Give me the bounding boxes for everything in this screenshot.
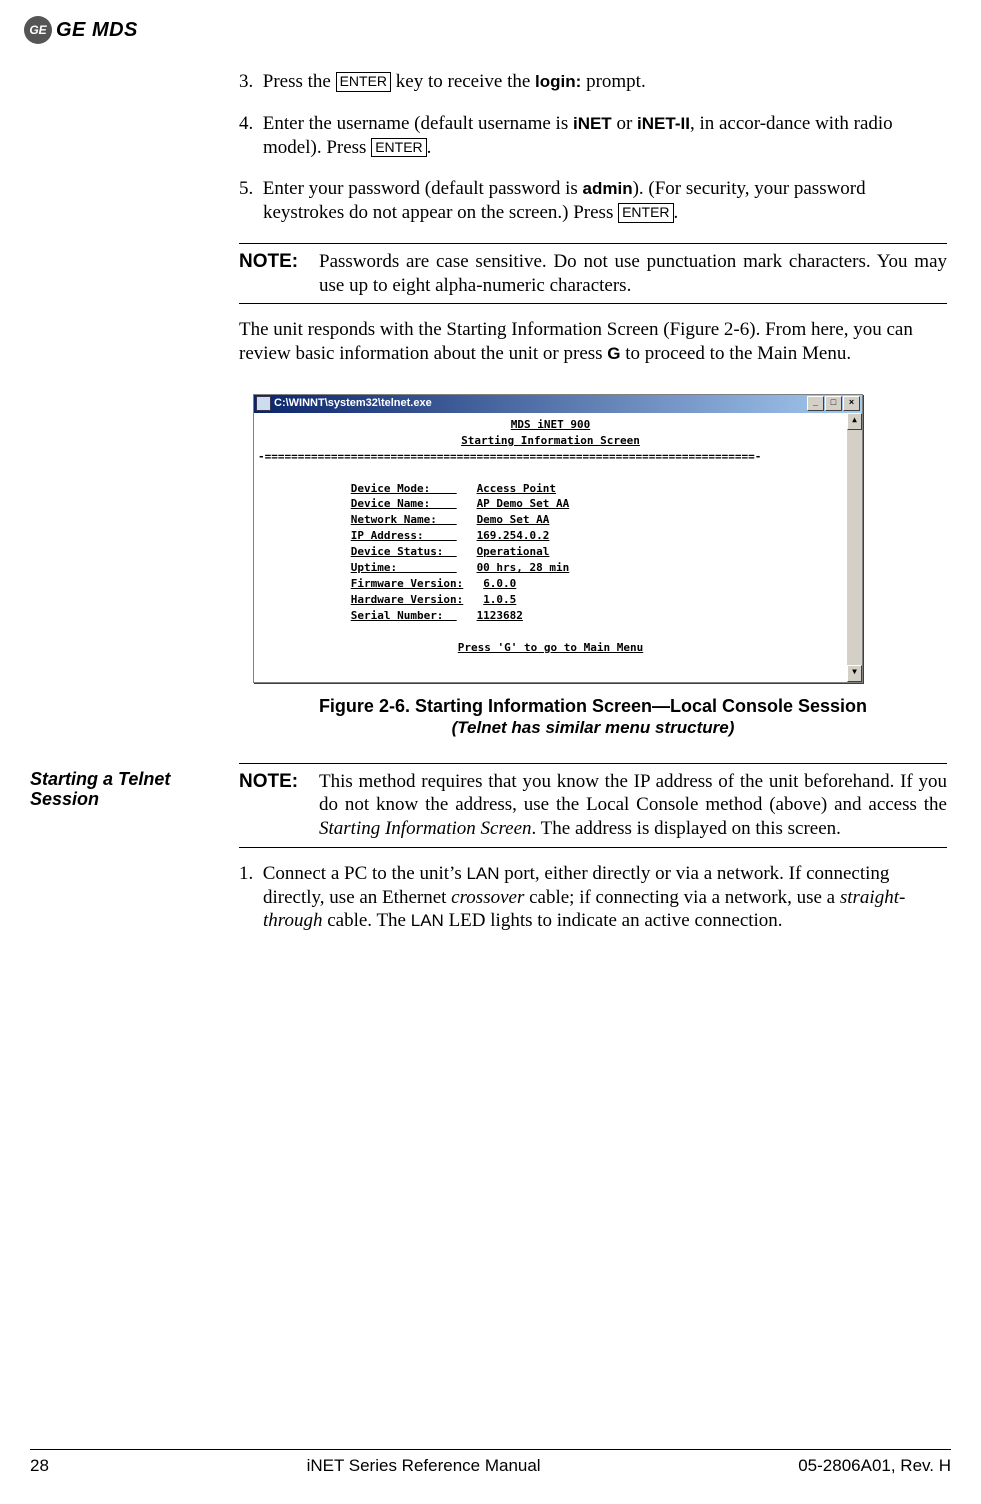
figure-caption: Figure 2-6. Starting Information Screen—… bbox=[239, 695, 947, 718]
telnet-body: MDS iNET 900Starting Information Screen-… bbox=[254, 413, 847, 682]
enter-key-icon: ENTER bbox=[371, 138, 426, 158]
footer-rule bbox=[30, 1449, 951, 1450]
telnet-window: C:\WINNT\system32\telnet.exe _ □ × MDS i… bbox=[253, 394, 863, 683]
maximize-button[interactable]: □ bbox=[825, 396, 842, 411]
footer-docnum: 05-2806A01, Rev. H bbox=[798, 1455, 951, 1476]
brand-text: GE MDS bbox=[56, 18, 138, 43]
scroll-down-icon[interactable]: ▼ bbox=[847, 665, 862, 682]
footer-page: 28 bbox=[30, 1455, 49, 1476]
note-password: NOTE: Passwords are case sensitive. Do n… bbox=[239, 243, 947, 305]
page-footer: 28 iNET Series Reference Manual 05-2806A… bbox=[30, 1455, 951, 1476]
footer-title: iNET Series Reference Manual bbox=[307, 1455, 541, 1476]
telnet-titlebar: C:\WINNT\system32\telnet.exe _ □ × bbox=[254, 395, 862, 413]
close-button[interactable]: × bbox=[843, 396, 860, 411]
enter-key-icon: ENTER bbox=[336, 72, 391, 92]
scroll-up-icon[interactable]: ▲ bbox=[847, 413, 862, 430]
step-4: 4. Enter the username (default username … bbox=[239, 112, 947, 160]
enter-key-icon: ENTER bbox=[618, 203, 673, 223]
note-body: Passwords are case sensitive. Do not use… bbox=[319, 250, 947, 298]
minimize-button[interactable]: _ bbox=[807, 396, 824, 411]
ge-badge-icon: GE bbox=[24, 16, 52, 44]
step-b1: 1. Connect a PC to the unit’s LAN port, … bbox=[239, 862, 947, 933]
step-5: 5. Enter your password (default password… bbox=[239, 177, 947, 225]
note-telnet: NOTE: This method requires that you know… bbox=[239, 763, 947, 848]
step-3: 3. Press the ENTER key to receive the lo… bbox=[239, 70, 947, 94]
brand-logo: GE GE MDS bbox=[24, 16, 138, 44]
note-label: NOTE: bbox=[239, 250, 319, 298]
note-label: NOTE: bbox=[239, 770, 319, 841]
note-body: This method requires that you know the I… bbox=[319, 770, 947, 841]
telnet-app-icon bbox=[256, 396, 271, 411]
telnet-title: C:\WINNT\system32\telnet.exe bbox=[274, 397, 432, 411]
figure-caption-sub: (Telnet has similar menu structure) bbox=[239, 717, 947, 738]
sidebar-heading-telnet: Starting a Telnet Session bbox=[30, 769, 210, 810]
scrollbar[interactable]: ▲ ▼ bbox=[847, 413, 862, 682]
paragraph-response: The unit responds with the Starting Info… bbox=[239, 318, 947, 366]
